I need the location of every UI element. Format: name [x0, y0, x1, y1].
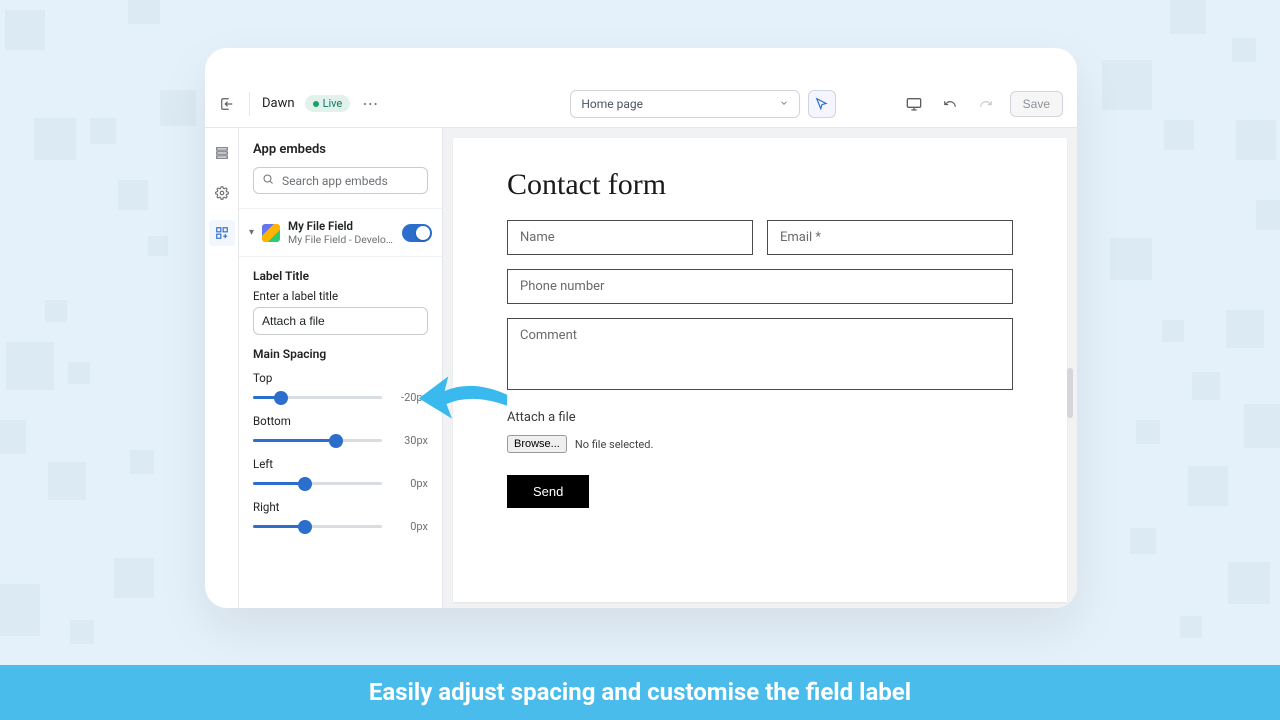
slider-left: Left 0px	[253, 457, 428, 490]
bg-square	[1130, 528, 1156, 554]
form-title: Contact form	[507, 168, 1013, 202]
name-input[interactable]: Name	[507, 220, 753, 255]
no-file-label: No file selected.	[575, 438, 654, 451]
bg-square	[48, 462, 86, 500]
bg-square	[148, 236, 168, 256]
theme-settings-icon[interactable]	[212, 183, 232, 203]
bg-square	[0, 584, 40, 636]
bg-square	[118, 180, 148, 210]
search-icon	[262, 173, 274, 188]
email-input[interactable]: Email *	[767, 220, 1013, 255]
embed-toggle[interactable]	[402, 224, 432, 242]
app-embeds-icon[interactable]	[212, 223, 232, 243]
bg-square	[1136, 420, 1160, 444]
bg-square	[1110, 238, 1152, 280]
bg-square	[34, 118, 76, 160]
browse-button[interactable]: Browse...	[507, 435, 567, 453]
bg-square	[1228, 562, 1270, 604]
bg-square	[1232, 38, 1256, 62]
bg-square	[130, 450, 154, 474]
bg-square	[114, 558, 154, 598]
bg-square	[68, 362, 90, 384]
live-badge: Live	[305, 95, 351, 112]
bg-square	[1164, 120, 1194, 150]
preview-inner[interactable]: Contact form Name Email * Phone number C…	[453, 138, 1067, 602]
panel-title: App embeds	[239, 128, 442, 167]
embed-subtitle: My File Field - Develop...	[288, 233, 394, 246]
bg-square	[1170, 0, 1206, 34]
scrollbar[interactable]	[1067, 368, 1073, 418]
bg-square	[1244, 404, 1280, 448]
embed-name: My File Field	[288, 219, 394, 233]
search-app-embeds[interactable]: Search app embeds	[253, 167, 428, 194]
bg-square	[6, 342, 54, 390]
section-label-title: Label Title	[253, 269, 428, 283]
comment-input[interactable]: Comment	[507, 318, 1013, 390]
bg-square	[1256, 200, 1280, 230]
topbar: Dawn Live ⋯ Home page	[205, 48, 1077, 128]
app-icon	[262, 224, 280, 242]
search-placeholder: Search app embeds	[282, 174, 388, 188]
bg-square	[5, 10, 45, 50]
nav-rail	[205, 128, 239, 608]
caption-bar: Easily adjust spacing and customise the …	[0, 665, 1280, 720]
divider	[249, 92, 250, 116]
bg-square	[1102, 60, 1152, 110]
bg-square	[45, 300, 67, 322]
page-select[interactable]: Home page	[570, 90, 800, 118]
live-label: Live	[323, 97, 343, 110]
bg-square	[0, 420, 26, 454]
bg-square	[1236, 120, 1276, 160]
bg-square	[1226, 310, 1264, 348]
viewport-desktop-icon[interactable]	[902, 92, 926, 116]
section-main-spacing: Main Spacing	[253, 347, 428, 361]
bg-square	[1192, 372, 1220, 400]
slider-track-left[interactable]	[253, 482, 382, 485]
phone-input[interactable]: Phone number	[507, 269, 1013, 304]
bg-square	[1162, 320, 1184, 342]
slider-bottom: Bottom 30px	[253, 414, 428, 447]
editor-card: Dawn Live ⋯ Home page	[205, 48, 1077, 608]
slider-track-right[interactable]	[253, 525, 382, 528]
label-title-help: Enter a label title	[253, 289, 428, 303]
bg-square	[90, 118, 116, 144]
embed-row[interactable]: ▾ My File Field My File Field - Develop.…	[239, 208, 442, 257]
slider-right: Right 0px	[253, 500, 428, 533]
more-actions-icon[interactable]: ⋯	[360, 94, 380, 113]
bg-square	[1180, 616, 1202, 638]
send-button[interactable]: Send	[507, 475, 589, 508]
page-select-label: Home page	[581, 97, 643, 111]
bg-square	[1188, 466, 1228, 506]
slider-track-top[interactable]	[253, 396, 382, 399]
attach-label: Attach a file	[507, 410, 1013, 425]
preview-pane: Contact form Name Email * Phone number C…	[443, 128, 1077, 608]
exit-editor-icon[interactable]	[215, 97, 239, 111]
redo-icon	[974, 92, 998, 116]
bg-square	[128, 0, 160, 24]
inspector-toggle[interactable]	[808, 90, 836, 118]
bg-square	[160, 90, 196, 126]
label-title-input[interactable]	[253, 307, 428, 335]
slider-top: Top -20px	[253, 371, 428, 404]
save-button[interactable]: Save	[1010, 91, 1063, 117]
sections-icon[interactable]	[212, 143, 232, 163]
chevron-down-icon	[779, 97, 789, 111]
theme-name: Dawn	[262, 96, 295, 111]
chevron-down-icon: ▾	[249, 227, 254, 238]
bg-square	[70, 620, 94, 644]
settings-panel: App embeds Search app embeds ▾ My File F…	[239, 128, 443, 608]
slider-track-bottom[interactable]	[253, 439, 382, 442]
undo-icon[interactable]	[938, 92, 962, 116]
